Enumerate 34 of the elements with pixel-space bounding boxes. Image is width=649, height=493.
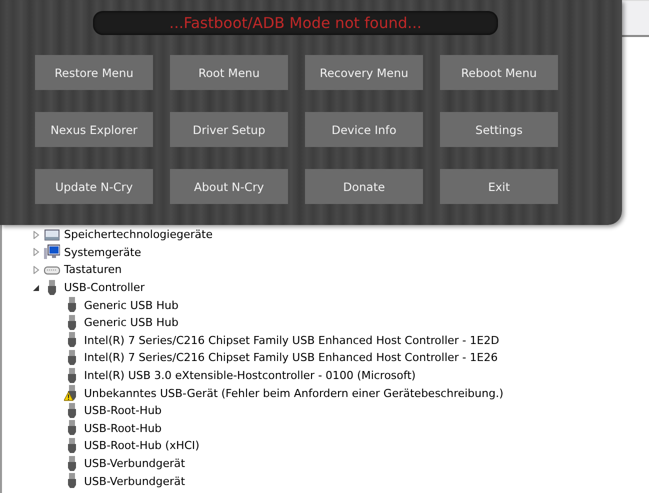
tree-item[interactable]: Intel(R) 7 Series/C216 Chipset Family USB Enhanced Host Controller - 1E26 [84, 351, 498, 364]
tree-item[interactable]: Generic USB Hub [84, 316, 178, 330]
menu-button[interactable]: Driver Setup [170, 112, 288, 147]
menu-button[interactable]: Settings [440, 112, 558, 147]
tree-item[interactable]: USB-Verbundgerät [84, 474, 186, 488]
tree-item[interactable]: Speichertechnologiegeräte [64, 228, 213, 242]
menu-button[interactable]: Update N-Cry [35, 169, 153, 204]
expand-icon[interactable] [32, 230, 40, 239]
menu-button[interactable]: About N-Cry [170, 169, 288, 204]
menu-button[interactable]: Restore Menu [35, 55, 153, 90]
tree-item[interactable]: USB-Root-Hub [84, 404, 162, 418]
tree-item[interactable]: Tastaturen [64, 263, 122, 276]
tree-item[interactable]: Intel(R) 7 Series/C216 Chipset Family USB Enhanced Host Controller - 1E2D [84, 334, 500, 347]
menu-button[interactable]: Nexus Explorer [35, 112, 153, 147]
tree-item[interactable]: Systemgeräte [64, 246, 142, 259]
menu-button[interactable]: Device Info [305, 112, 423, 147]
tree-item[interactable]: USB-Root-Hub [84, 422, 162, 435]
expand-icon[interactable] [32, 266, 40, 274]
expand-icon[interactable] [32, 248, 40, 256]
tree-item[interactable]: Unbekanntes USB-Gerät (Fehler beim Anfordern einer Gerätebeschreibung.) [84, 386, 504, 400]
tree-item[interactable]: USB-Verbundgerät [84, 457, 186, 470]
collapse-icon[interactable] [32, 284, 40, 292]
computer-icon [44, 244, 60, 260]
tree-item[interactable]: Intel(R) USB 3.0 eXtensible-Hostcontroller - 0100 (Microsoft) [84, 369, 416, 382]
drive-icon [44, 226, 60, 243]
menu-button[interactable]: Donate [305, 169, 423, 204]
tree-item[interactable]: Generic USB Hub [84, 298, 178, 312]
tree-item[interactable]: USB-Root-Hub (xHCI) [84, 439, 200, 452]
menu-button[interactable]: Exit [440, 169, 558, 204]
menu-button[interactable]: Reboot Menu [440, 55, 558, 90]
menu-button[interactable]: Recovery Menu [305, 55, 423, 90]
tree-item[interactable]: USB-Controller [64, 281, 145, 294]
status-text: ...Fastboot/ADB Mode not found... [169, 14, 422, 32]
menu-button[interactable]: Root Menu [170, 55, 288, 90]
